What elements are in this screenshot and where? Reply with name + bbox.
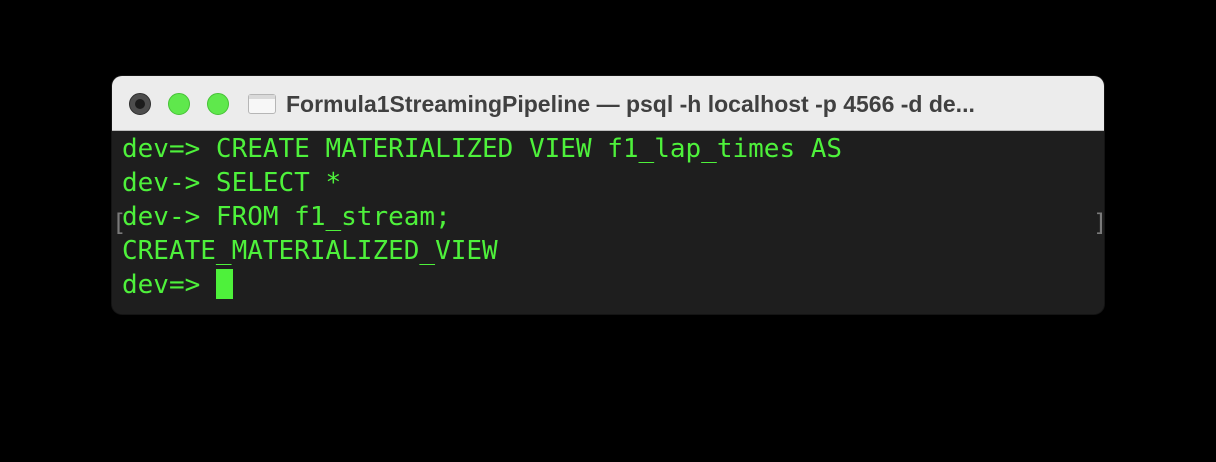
- terminal-line: dev-> SELECT *: [122, 168, 342, 198]
- document-icon[interactable]: [248, 94, 276, 114]
- title-bar[interactable]: Formula1StreamingPipeline — psql -h loca…: [112, 76, 1104, 131]
- text-cursor: [215, 269, 233, 299]
- window-title: Formula1StreamingPipeline — psql -h loca…: [286, 91, 975, 117]
- prompt-text: dev=>: [122, 270, 216, 300]
- prompt-line[interactable]: dev=>: [122, 268, 233, 302]
- mark-bracket-close: ]: [1093, 210, 1104, 236]
- minimize-icon[interactable]: [168, 93, 190, 115]
- terminal-output[interactable]: dev=> CREATE MATERIALIZED VIEW f1_lap_ti…: [112, 131, 1104, 314]
- terminal-line: dev-> FROM f1_stream;: [122, 202, 451, 232]
- close-icon[interactable]: [129, 93, 151, 115]
- zoom-icon[interactable]: [207, 93, 229, 115]
- terminal-window: Formula1StreamingPipeline — psql -h loca…: [112, 76, 1104, 314]
- mark-bracket-open: [: [112, 209, 127, 237]
- terminal-line: CREATE_MATERIALIZED_VIEW: [122, 236, 498, 266]
- terminal-line: dev=> CREATE MATERIALIZED VIEW f1_lap_ti…: [122, 134, 843, 164]
